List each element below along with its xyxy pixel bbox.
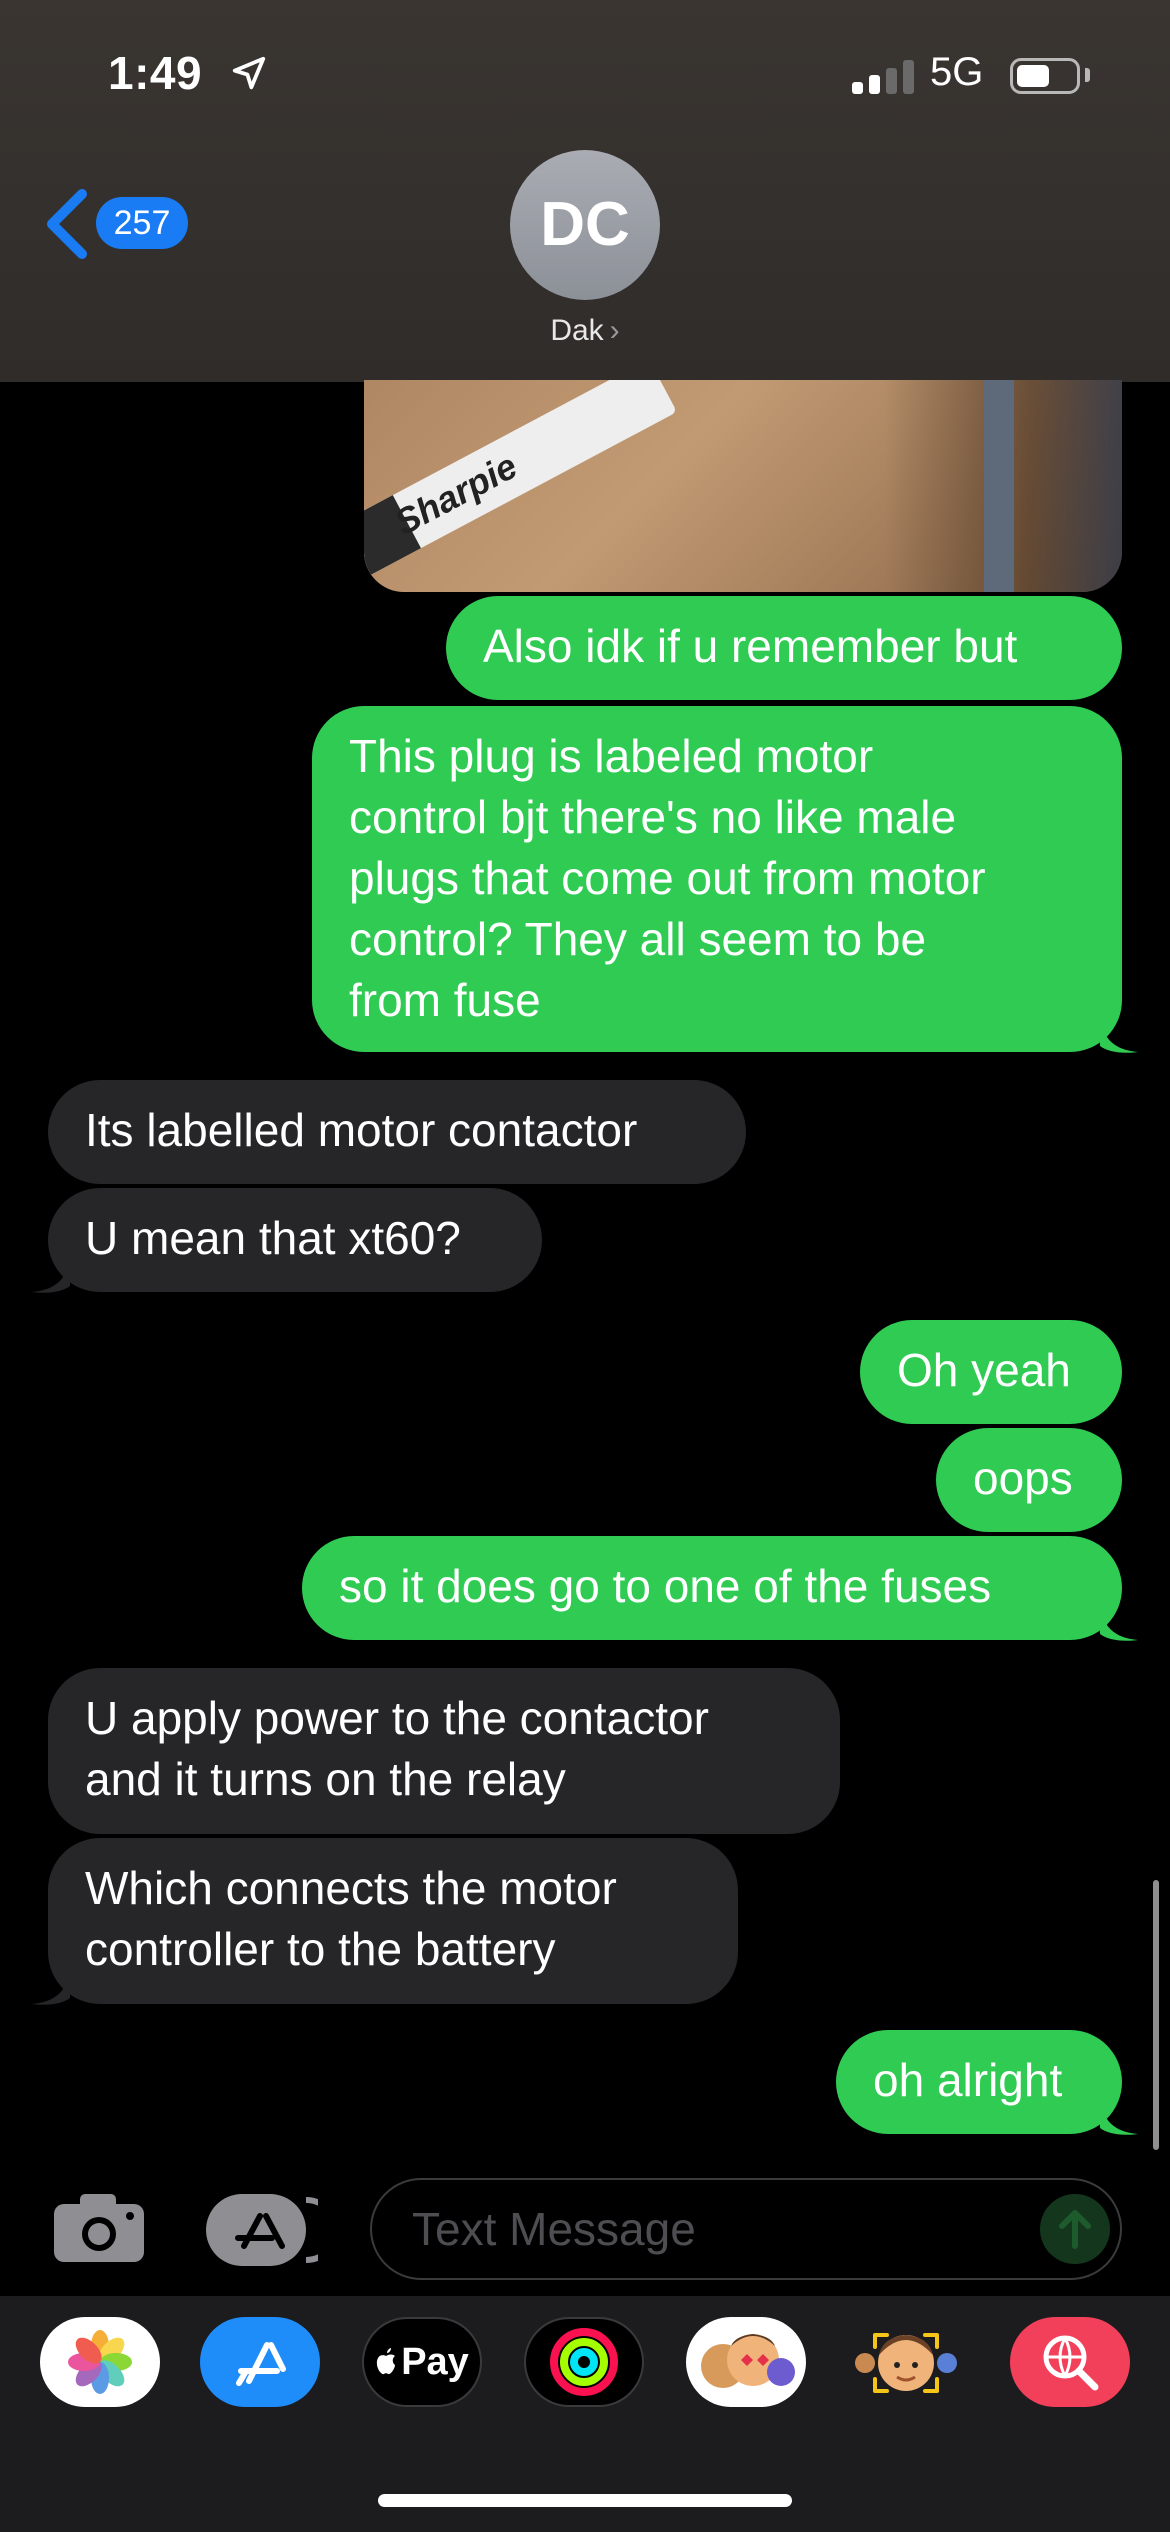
status-time: 1:49	[108, 47, 203, 99]
network-type: 5G	[930, 50, 984, 94]
photo-attachment[interactable]: Sharpie	[364, 380, 1122, 592]
message-bubble-sent[interactable]: Also idk if u remember but	[446, 596, 1122, 700]
marker-in-photo: Sharpie	[364, 380, 678, 581]
app-store-icon[interactable]	[200, 2317, 320, 2407]
conversation-header: 1:49 5G 257 DC Dak ›	[0, 0, 1170, 382]
message-bubble-received[interactable]: U apply power to the contactor and it tu…	[48, 1668, 840, 1834]
message-input[interactable]: Text Message	[370, 2178, 1122, 2280]
contact-avatar[interactable]: DC	[510, 150, 660, 300]
memoji-stickers-icon[interactable]	[686, 2317, 806, 2407]
app-store-glyph-icon	[236, 2342, 286, 2386]
bubble-tail-sent	[1100, 1604, 1138, 1641]
home-indicator[interactable]	[378, 2494, 792, 2507]
message-bubble-sent[interactable]: so it does go to one of the fuses	[302, 1536, 1122, 1640]
battery-tip	[1085, 68, 1090, 82]
bubble-tail-received	[32, 1968, 70, 2005]
image-search-icon[interactable]	[1010, 2317, 1130, 2407]
bubble-tail-sent	[1100, 1016, 1138, 1053]
apple-pay-icon[interactable]: Pay	[362, 2317, 482, 2407]
photos-flower-icon	[68, 2330, 132, 2394]
globe-search-icon	[1043, 2335, 1099, 2391]
activity-rings-icon	[550, 2328, 618, 2396]
camera-icon[interactable]	[52, 2192, 146, 2264]
message-bubble-sent[interactable]: oh alright	[836, 2030, 1122, 2134]
activity-icon[interactable]	[524, 2317, 644, 2407]
send-button[interactable]	[1040, 2194, 1110, 2264]
bubble-tail-sent	[1100, 2098, 1138, 2135]
message-bubble-received[interactable]: U mean that xt60?	[48, 1188, 542, 1292]
battery-icon	[1010, 58, 1080, 94]
memoji-faces-icon	[701, 2334, 795, 2388]
message-input-placeholder: Text Message	[412, 2203, 696, 2255]
apple-pay-label: Pay	[401, 2340, 469, 2383]
contact-name: Dak	[550, 314, 604, 347]
back-unread-badge[interactable]: 257	[96, 197, 188, 249]
memoji-face-icon	[855, 2333, 957, 2393]
apple-logo-icon	[377, 2348, 396, 2375]
contact-name-button[interactable]: Dak ›	[0, 314, 1170, 348]
scroll-indicator[interactable]	[1153, 1880, 1159, 2150]
bubble-tail-received	[32, 1256, 70, 1293]
arrow-up-icon	[1059, 2210, 1091, 2249]
back-chevron-icon[interactable]	[40, 188, 92, 260]
message-bubble-received[interactable]: Which connects the motor controller to t…	[48, 1838, 738, 2004]
memoji-icon[interactable]	[846, 2317, 966, 2407]
message-bubble-sent[interactable]: oops	[936, 1428, 1122, 1532]
app-store-toggle-icon	[206, 2194, 339, 2266]
photos-app-icon[interactable]	[40, 2317, 160, 2407]
chevron-right-icon: ›	[609, 314, 620, 347]
app-drawer-toggle-button[interactable]	[206, 2194, 339, 2266]
message-bubble-sent[interactable]: This plug is labeled motor control bjt t…	[312, 706, 1122, 1052]
message-bubble-received[interactable]: Its labelled motor contactor	[48, 1080, 746, 1184]
signal-strength-icon	[852, 60, 916, 94]
marker-label: Sharpie	[387, 444, 524, 544]
message-bubble-sent[interactable]: Oh yeah	[860, 1320, 1122, 1424]
location-arrow-icon	[232, 56, 266, 90]
